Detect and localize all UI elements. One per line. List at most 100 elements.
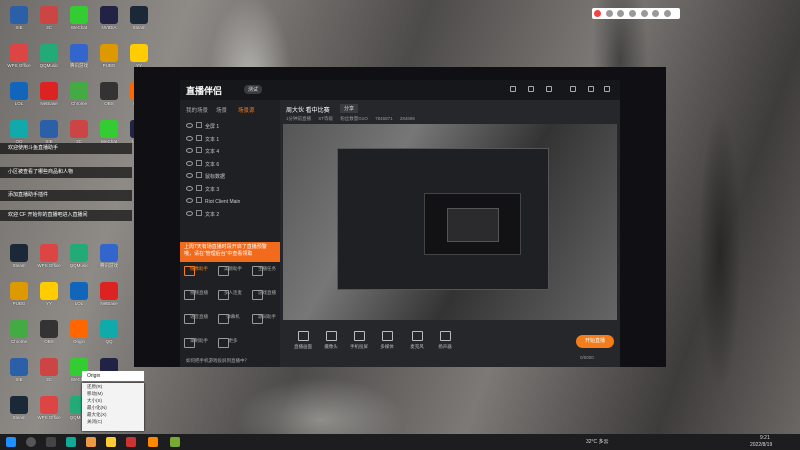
clock-time[interactable]: 9:21 xyxy=(760,435,770,441)
desktop-shortcut[interactable]: PUBG xyxy=(4,282,34,320)
weather[interactable]: 32°C 多云 xyxy=(586,438,609,445)
maximize-icon[interactable] xyxy=(588,86,594,92)
desktop-shortcut[interactable]: Steam xyxy=(124,6,154,44)
tab-source[interactable]: 场景源 xyxy=(238,106,255,114)
tool-button[interactable]: 更多 xyxy=(218,338,248,360)
desktop-shortcut[interactable]: QQMusic xyxy=(34,44,64,82)
desktop-shortcut[interactable]: NVIDIA xyxy=(94,6,124,44)
scene-item[interactable]: 文本 2 xyxy=(186,209,219,218)
desktop-shortcut[interactable]: 腾讯游戏 xyxy=(64,44,94,82)
context-menu-item[interactable]: 关闭(C) xyxy=(82,418,144,425)
mic-button[interactable]: 麦克风 xyxy=(402,331,432,350)
message-icon[interactable] xyxy=(528,86,534,92)
desktop-shortcut[interactable]: QQMusic xyxy=(64,244,94,282)
desktop-shortcut[interactable]: OBS xyxy=(34,320,64,358)
help-hint[interactable]: 如何把手机游戏投屏到直播中？ xyxy=(186,358,249,364)
desktop-shortcut[interactable]: SIE xyxy=(4,358,34,396)
notification-item[interactable]: 小区被查看了哪些商品和人物 xyxy=(0,167,132,178)
desktop-shortcut[interactable]: OBS xyxy=(94,82,124,120)
tray-icon[interactable] xyxy=(617,10,625,17)
desktop-shortcut[interactable]: NetEase xyxy=(94,282,124,320)
tool-button[interactable]: 语音直播 xyxy=(184,314,214,336)
settings-icon[interactable] xyxy=(510,86,516,92)
explorer-icon[interactable] xyxy=(106,437,116,447)
desktop-shortcut[interactable]: 腾讯游戏 xyxy=(94,244,124,282)
taskbar-app-icon[interactable] xyxy=(126,437,136,447)
eye-icon[interactable] xyxy=(186,198,193,203)
eye-icon[interactable] xyxy=(186,135,193,141)
desktop-shortcut[interactable]: Chrome xyxy=(4,320,34,358)
tray-icon[interactable] xyxy=(629,10,637,17)
scene-item[interactable]: 文本 6 xyxy=(186,159,219,168)
notification-item[interactable]: 添加直播助手插件 xyxy=(0,190,132,201)
task-view-icon[interactable] xyxy=(46,437,56,447)
chrome-icon[interactable] xyxy=(86,437,96,447)
eye-icon[interactable] xyxy=(186,148,193,153)
desktop-shortcut[interactable]: 3C xyxy=(34,6,64,44)
tab-scene[interactable]: 场景 xyxy=(216,106,227,114)
tray-icon[interactable] xyxy=(664,10,672,17)
desktop-shortcut[interactable]: WPS Office xyxy=(34,244,64,282)
desktop-shortcut[interactable]: WPS Office xyxy=(4,44,34,82)
tool-button[interactable]: 录制助手 xyxy=(184,338,214,360)
minimize-icon[interactable] xyxy=(570,86,576,92)
scene-item[interactable]: 文本 3 xyxy=(186,184,219,193)
menu-icon[interactable] xyxy=(546,86,552,92)
desktop-shortcut[interactable]: Steam xyxy=(4,244,34,282)
eye-icon[interactable] xyxy=(186,210,193,216)
tab-my-scene[interactable]: 我的场景 xyxy=(186,106,208,114)
desktop-shortcut[interactable]: QQ xyxy=(94,320,124,358)
tray-icon[interactable] xyxy=(594,10,601,17)
close-icon[interactable] xyxy=(604,86,610,92)
desktop-shortcut[interactable]: Chrome xyxy=(64,82,94,120)
context-menu-item[interactable]: 最小化(N) xyxy=(82,404,144,411)
desktop-shortcut[interactable]: SIE xyxy=(4,6,34,44)
desktop-shortcut[interactable]: LOL xyxy=(64,282,94,320)
tray-icon[interactable] xyxy=(605,10,613,17)
tray-icon[interactable] xyxy=(652,10,660,17)
eye-icon[interactable] xyxy=(186,185,193,191)
context-menu-item[interactable]: 最大化(X) xyxy=(82,411,144,418)
go-live-button[interactable]: 开始直播 xyxy=(576,335,614,348)
context-menu-item[interactable]: 移动(M) xyxy=(82,390,144,397)
tool-button[interactable]: 摄像助手 xyxy=(184,266,214,288)
tray-icon[interactable] xyxy=(640,10,648,17)
system-tray-overlay[interactable] xyxy=(592,8,680,19)
tool-button[interactable]: 多人连麦 xyxy=(218,290,248,312)
camera-button[interactable]: 摄像头 xyxy=(316,331,346,350)
scene-item[interactable]: 鼠标数据 xyxy=(186,172,225,180)
desktop-shortcut[interactable]: Origin xyxy=(64,320,94,358)
share-tag[interactable]: 分享 xyxy=(340,104,359,113)
desktop-shortcut[interactable]: LOL xyxy=(4,82,34,120)
desktop-shortcut[interactable]: PUBG xyxy=(94,44,124,82)
streaming-app-taskbar-icon[interactable] xyxy=(148,437,158,447)
notification-item[interactable]: 欢迎使用斗鱼直播助手 xyxy=(0,143,132,154)
live-banner[interactable]: 上周7天有场直播时段开启了直播预警哦，请在“管理后台”中查看领取 xyxy=(180,242,280,262)
tool-button[interactable]: 主播任务 xyxy=(252,266,282,288)
speaker-button[interactable]: 扬声器 xyxy=(430,331,460,350)
tool-button[interactable]: 歌词助手 xyxy=(252,314,282,336)
scene-item[interactable]: 文本 1 xyxy=(186,134,219,143)
desktop-shortcut[interactable]: NetEase xyxy=(34,82,64,120)
media-button[interactable]: 多媒体 xyxy=(372,331,402,350)
desktop-shortcut[interactable]: WeChat xyxy=(64,6,94,44)
tool-button[interactable]: 视频直播 xyxy=(184,290,214,312)
desktop-shortcut[interactable]: Steam xyxy=(4,396,34,434)
phone-cast-button[interactable]: 手机投屏 xyxy=(344,331,374,350)
eye-icon[interactable] xyxy=(186,123,193,128)
context-menu-item[interactable]: 大小(S) xyxy=(82,397,144,404)
eye-icon[interactable] xyxy=(186,160,193,166)
desktop-shortcut[interactable]: YY xyxy=(34,282,64,320)
scene-item[interactable]: 文本 4 xyxy=(186,147,219,155)
stream-preview[interactable] xyxy=(283,124,617,320)
notification-item[interactable]: 欢迎 CF 开始你的直播吧进入直播间 xyxy=(0,210,132,221)
eye-icon[interactable] xyxy=(186,173,193,178)
tool-button[interactable]: 游戏直播 xyxy=(252,290,282,312)
scene-item[interactable]: 全屏 1 xyxy=(186,122,219,130)
search-icon[interactable] xyxy=(26,437,36,447)
taskbar-app-icon[interactable] xyxy=(170,437,180,447)
clock-date[interactable]: 2022/8/19 xyxy=(750,442,772,448)
edge-icon[interactable] xyxy=(66,437,76,447)
screen-capture-button[interactable]: 直播画面 xyxy=(288,331,318,350)
scene-item[interactable]: Riot Client Main xyxy=(186,197,240,205)
